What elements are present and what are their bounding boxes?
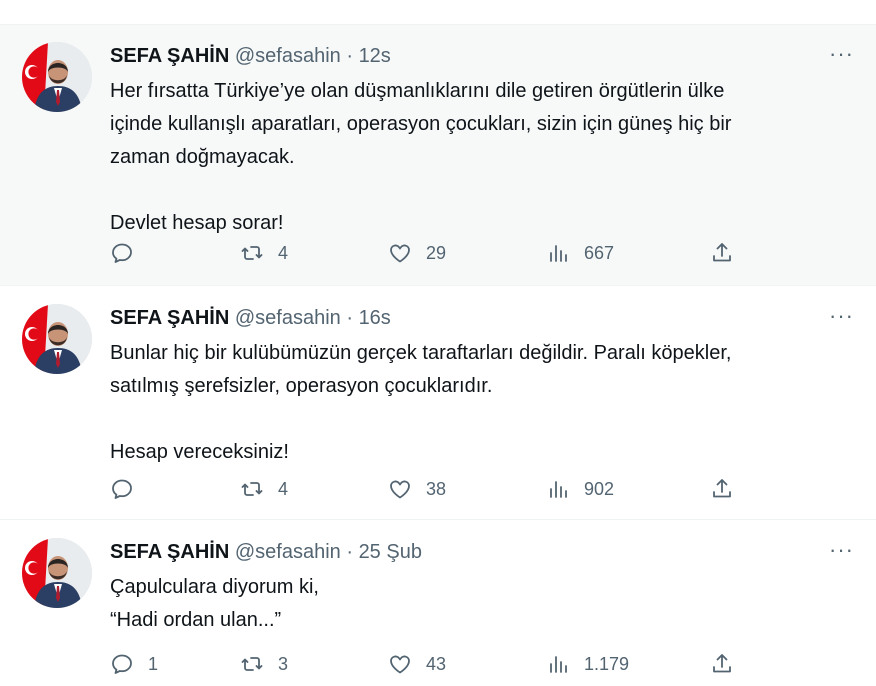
like-button[interactable]: 38 <box>388 477 446 501</box>
tweet-line: Bunlar hiç bir kulübümüzün gerçek taraft… <box>110 342 732 364</box>
tweet-time[interactable]: 16s <box>359 307 391 329</box>
share-button[interactable] <box>710 652 734 676</box>
tweet-actions: 1 3 43 1.179 <box>110 652 750 678</box>
tweet[interactable]: SEFA ŞAHİN @sefasahin · 16s ··· Bunlar h… <box>0 287 876 520</box>
tweet-actions: 4 38 902 <box>110 477 750 503</box>
share-icon <box>713 654 731 673</box>
views-icon <box>550 481 567 498</box>
tweet-actions: 4 29 667 <box>110 241 750 267</box>
tweet-text: Çapulculara diyorum ki, “Hadi ordan ulan… <box>110 571 830 637</box>
like-count: 43 <box>426 653 447 674</box>
views-button[interactable]: 902 <box>546 477 614 501</box>
avatar[interactable] <box>22 538 92 608</box>
tweet[interactable]: SEFA ŞAHİN @sefasahin · 12s ··· Her fırs… <box>0 24 876 286</box>
reply-icon <box>112 243 132 263</box>
tweet-line: Her fırsatta Türkiye’ye olan düşmanlıkla… <box>110 80 725 102</box>
retweet-count: 4 <box>278 242 289 263</box>
avatar[interactable] <box>22 42 92 112</box>
views-button[interactable]: 1.179 <box>546 652 629 676</box>
author-name[interactable]: SEFA ŞAHİN <box>110 307 229 329</box>
author-name[interactable]: SEFA ŞAHİN <box>110 541 229 563</box>
retweet-button[interactable]: 3 <box>240 652 288 676</box>
reply-button[interactable] <box>110 241 148 265</box>
retweet-button[interactable]: 4 <box>240 241 288 265</box>
like-button[interactable]: 29 <box>388 241 446 265</box>
retweet-icon <box>241 246 263 260</box>
view-count: 1.179 <box>584 653 630 674</box>
tweet-header: SEFA ŞAHİN @sefasahin · 12s <box>110 43 391 69</box>
reply-icon <box>112 654 132 674</box>
author-handle[interactable]: @sefasahin <box>235 307 341 329</box>
tweet-time[interactable]: 12s <box>359 45 391 67</box>
separator-dot: · <box>346 307 353 329</box>
tweet-line: “Hadi ordan ulan...” <box>110 609 282 631</box>
tweet-line: Devlet hesap sorar! <box>110 212 284 234</box>
avatar[interactable] <box>22 304 92 374</box>
more-icon[interactable]: ··· <box>829 537 854 563</box>
retweet-count: 3 <box>278 653 289 674</box>
views-icon <box>550 245 567 262</box>
retweet-count: 4 <box>278 478 289 499</box>
reply-count: 1 <box>148 653 159 674</box>
author-handle[interactable]: @sefasahin <box>235 45 341 67</box>
view-count: 667 <box>584 242 615 263</box>
tweet-line-break <box>110 174 830 207</box>
more-icon[interactable]: ··· <box>829 303 854 329</box>
heart-icon <box>390 480 410 499</box>
more-icon[interactable]: ··· <box>829 41 854 67</box>
tweet-time[interactable]: 25 Şub <box>359 541 422 563</box>
author-name[interactable]: SEFA ŞAHİN <box>110 45 229 67</box>
reply-button[interactable] <box>110 477 148 501</box>
like-count: 29 <box>426 242 447 263</box>
author-handle[interactable]: @sefasahin <box>235 541 341 563</box>
separator-dot: · <box>346 45 353 67</box>
tweet-text: Bunlar hiç bir kulübümüzün gerçek taraft… <box>110 337 830 469</box>
tweet-line: Çapulculara diyorum ki, <box>110 576 319 598</box>
share-button[interactable] <box>710 477 734 501</box>
tweet-header: SEFA ŞAHİN @sefasahin · 16s <box>110 305 391 331</box>
like-button[interactable]: 43 <box>388 652 446 676</box>
share-icon <box>713 479 731 498</box>
views-icon <box>550 656 567 673</box>
retweet-icon <box>241 482 263 496</box>
reply-button[interactable]: 1 <box>110 652 158 676</box>
views-button[interactable]: 667 <box>546 241 614 265</box>
timeline-feed: SEFA ŞAHİN @sefasahin · 12s ··· Her fırs… <box>0 0 876 686</box>
share-icon <box>713 243 731 262</box>
tweet[interactable]: SEFA ŞAHİN @sefasahin · 25 Şub ··· Çapul… <box>0 521 876 686</box>
tweet-header: SEFA ŞAHİN @sefasahin · 25 Şub <box>110 539 422 565</box>
tweet-line: satılmış şerefsizler, operasyon çocuklar… <box>110 375 493 397</box>
reply-icon <box>112 479 132 499</box>
heart-icon <box>390 244 410 263</box>
like-count: 38 <box>426 478 447 499</box>
tweet-line: içinde kullanışlı aparatları, operasyon … <box>110 113 732 135</box>
tweet-line: Hesap vereceksiniz! <box>110 441 289 463</box>
view-count: 902 <box>584 478 615 499</box>
tweet-text: Her fırsatta Türkiye’ye olan düşmanlıkla… <box>110 75 830 240</box>
tweet-line: zaman doğmayacak. <box>110 146 295 168</box>
share-button[interactable] <box>710 241 734 265</box>
retweet-icon <box>241 657 263 671</box>
retweet-button[interactable]: 4 <box>240 477 288 501</box>
tweet-line-break <box>110 403 830 436</box>
separator-dot: · <box>346 541 353 563</box>
heart-icon <box>390 655 410 674</box>
